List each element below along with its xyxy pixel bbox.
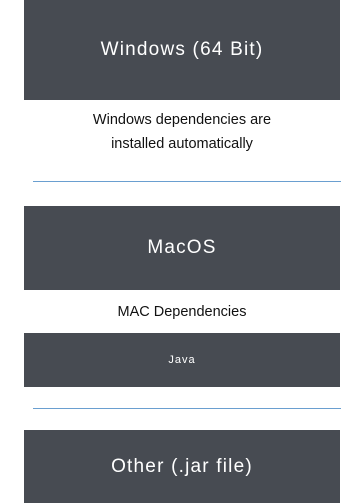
other-jar-download-label: Other (.jar file) <box>111 455 253 477</box>
java-download-label: Java <box>168 354 196 366</box>
windows-download-button[interactable]: Windows (64 Bit) <box>24 0 340 100</box>
mac-dependencies-label: MAC Dependencies <box>117 304 247 320</box>
download-options-panel: Windows (64 Bit) Windows dependencies ar… <box>0 0 350 503</box>
section-divider <box>33 181 341 182</box>
macos-download-button[interactable]: MacOS <box>24 206 340 290</box>
windows-download-label: Windows (64 Bit) <box>100 39 264 60</box>
java-download-button[interactable]: Java <box>24 333 340 387</box>
other-jar-download-button[interactable]: Other (.jar file) <box>24 430 340 503</box>
macos-download-label: MacOS <box>147 237 217 258</box>
windows-dependencies-note: Windows dependencies are installed autom… <box>24 108 340 156</box>
windows-note-line-2: installed automatically <box>111 136 253 152</box>
windows-note-line-1: Windows dependencies are <box>92 112 272 128</box>
section-divider <box>33 408 341 409</box>
